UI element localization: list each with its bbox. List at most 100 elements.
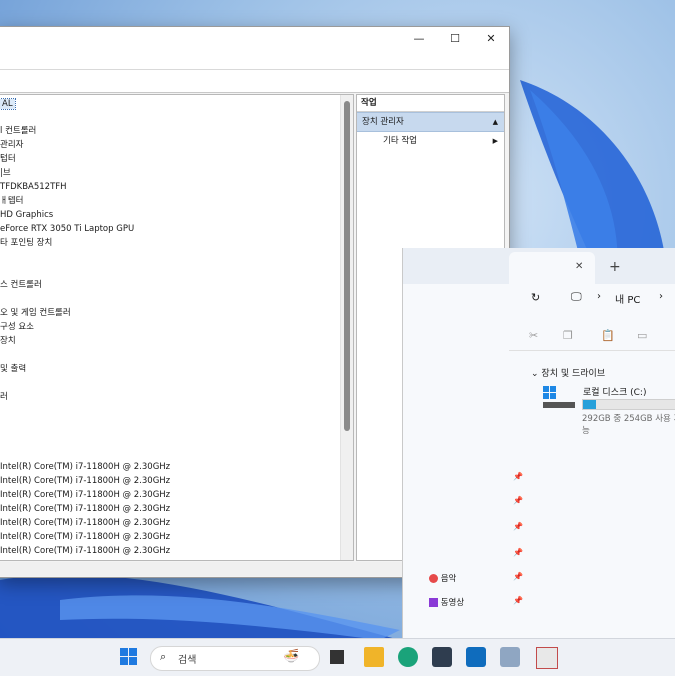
outlook-icon[interactable] — [466, 647, 486, 667]
tree-row[interactable]: HD Graphics — [0, 208, 53, 222]
tree-row[interactable]: 타 포인팅 장치 — [0, 236, 52, 250]
chevron-right-icon: ▶ — [492, 137, 498, 145]
search-icon: ⌕ — [160, 650, 167, 663]
pin-icon[interactable]: 📌 — [513, 472, 523, 481]
tree-row[interactable]: 및 출력 — [0, 362, 26, 376]
scrollbar-thumb[interactable] — [344, 101, 350, 431]
action-label: 장치 관리자 — [362, 117, 404, 127]
tree-row-label: 스 컨트롤러 — [0, 280, 42, 290]
taskbar: ⌕ 검색 🍜 — [0, 638, 675, 676]
tab-this-pc[interactable]: ✕ — [509, 252, 595, 284]
tree-row-label: Intel(R) Core(TM) i7-11800H @ 2.30GHz — [0, 476, 171, 486]
address-bar[interactable]: ↻ 🖵 › 내 PC › — [509, 288, 675, 310]
tree-row[interactable]: 구성 요소 — [0, 320, 34, 334]
pin-icon[interactable]: 📌 — [513, 496, 523, 505]
address-label[interactable]: 내 PC — [615, 291, 640, 306]
title-bar[interactable]: — ☐ ✕ — [0, 27, 509, 51]
tree-row[interactable]: eForce RTX 3050 Ti Laptop GPU — [0, 222, 134, 236]
tree-row-label: HD Graphics — [0, 210, 54, 220]
monitor-icon: 🖵 — [571, 290, 582, 303]
tree-row-label: 타 포인팅 장치 — [0, 238, 53, 248]
tree-row[interactable]: 오 및 게임 컨트롤러 — [0, 306, 71, 320]
pin-icon[interactable]: 📌 — [513, 596, 523, 605]
tree-row[interactable]: |브 — [0, 166, 11, 180]
tree-row-cpu[interactable]: Intel(R) Core(TM) i7-11800H @ 2.30GHz — [0, 488, 170, 502]
close-button[interactable]: ✕ — [473, 27, 509, 51]
tree-row-root[interactable]: AL — [0, 97, 16, 111]
action-more-actions[interactable]: 기타 작업 ▶ — [357, 132, 504, 150]
command-bar: ✂ ❐ 📋 ▭ — [509, 326, 675, 351]
tree-row-label: |브 — [0, 168, 11, 178]
minimize-button[interactable]: — — [401, 27, 437, 51]
tree-row-label: Intel(R) Core(TM) i7-11800H @ 2.30GHz — [0, 518, 171, 528]
tree-row-label: Intel(R) Core(TM) i7-11800H @ 2.30GHz — [0, 546, 171, 556]
collapse-up-icon[interactable]: ▲ — [493, 113, 498, 131]
tree-row-label: eForce RTX 3050 Ti Laptop GPU — [0, 224, 135, 234]
tree-row-label: Intel(R) Core(TM) i7-11800H @ 2.30GHz — [0, 462, 171, 472]
tree-row-cpu[interactable]: Intel(R) Core(TM) i7-11800H @ 2.30GHz — [0, 502, 170, 516]
new-tab-button[interactable]: + — [609, 259, 621, 275]
tree-row-label: 오 및 게임 컨트롤러 — [0, 308, 71, 318]
device-tree[interactable]: AL l 컨트롤러 관리자 텁터 |브 TFDKBA512TFH ㅐ텝터 HD … — [0, 94, 354, 561]
drive-usage-fill — [583, 400, 597, 409]
menu-bar — [0, 51, 509, 70]
tree-row-label: 구성 요소 — [0, 322, 34, 332]
tree-row-cpu[interactable]: Intel(R) Core(TM) i7-11800H @ 2.30GHz — [0, 530, 170, 544]
refresh-icon[interactable]: ↻ — [531, 291, 540, 304]
tree-row-cpu[interactable]: Intel(R) Core(TM) i7-11800H @ 2.30GHz — [0, 460, 170, 474]
quick-access-label: 음악 — [440, 574, 457, 584]
pin-icon[interactable]: 📌 — [513, 522, 523, 531]
file-explorer-window: ✕ + ↻ 🖵 › 내 PC › ✂ ❐ 📋 ▭ ⌄ 장치 및 드라이브 로컬 … — [402, 248, 675, 638]
tree-row[interactable]: 러 — [0, 390, 8, 404]
tree-row[interactable]: 스 컨트롤러 — [0, 278, 42, 292]
tree-row-label: Intel(R) Core(TM) i7-11800H @ 2.30GHz — [0, 504, 171, 514]
rename-icon[interactable]: ▭ — [637, 329, 647, 342]
device-manager-icon[interactable] — [500, 647, 520, 667]
search-label: 검색 — [178, 655, 197, 666]
tree-row[interactable]: 텁터 — [0, 152, 16, 166]
taskbar-search[interactable]: ⌕ 검색 🍜 — [150, 646, 320, 671]
store-icon[interactable] — [432, 647, 452, 667]
maximize-button[interactable]: ☐ — [437, 27, 473, 51]
tree-row-label: l 컨트롤러 — [0, 126, 37, 136]
chevron-down-icon: ⌄ — [531, 369, 539, 379]
tree-row-label: 및 출력 — [0, 364, 27, 374]
tree-row[interactable]: l 컨트롤러 — [0, 124, 36, 138]
action-label: 기타 작업 — [383, 136, 417, 146]
devices-section-header[interactable]: ⌄ 장치 및 드라이브 — [531, 366, 605, 379]
quick-access-item[interactable]: 음악 — [429, 572, 456, 584]
tree-row-label: 러 — [0, 392, 8, 402]
tree-row-label: TFDKBA512TFH — [0, 182, 67, 192]
pin-icon[interactable]: 📌 — [513, 572, 523, 581]
tree-row-label: 텁터 — [0, 154, 16, 164]
windows-drive-icon — [543, 386, 575, 408]
tree-row-cpu[interactable]: Intel(R) Core(TM) i7-11800H @ 2.30GHz — [0, 544, 170, 558]
action-device-manager[interactable]: 장치 관리자 ▲ — [357, 112, 504, 132]
quick-access-label: 동영상 — [440, 598, 465, 608]
drive-name[interactable]: 로컬 디스크 (C:) — [583, 385, 646, 398]
tree-row-label: AL — [0, 98, 16, 110]
tree-row[interactable]: ㅐ텝터 — [0, 194, 23, 208]
search-highlight-icon: 🍜 — [283, 649, 300, 664]
tree-row-cpu[interactable]: Intel(R) Core(TM) i7-11800H @ 2.30GHz — [0, 474, 170, 488]
actions-header: 작업 — [357, 95, 504, 112]
close-tab-icon[interactable]: ✕ — [575, 261, 583, 272]
cut-icon[interactable]: ✂ — [529, 329, 538, 342]
file-explorer-icon[interactable] — [364, 647, 384, 667]
edge-icon[interactable] — [398, 647, 418, 667]
tree-row[interactable]: 관리자 — [0, 138, 23, 152]
pin-icon[interactable]: 📌 — [513, 548, 523, 557]
copy-icon[interactable]: ❐ — [563, 329, 573, 342]
tree-row[interactable]: TFDKBA512TFH — [0, 180, 67, 194]
task-view-icon[interactable] — [330, 650, 344, 664]
quick-access-item[interactable]: 동영상 — [429, 596, 464, 608]
chevron-right-icon: › — [597, 291, 601, 302]
tree-scrollbar[interactable] — [340, 95, 353, 560]
tree-row-cpu[interactable]: Intel(R) Core(TM) i7-11800H @ 2.30GHz — [0, 516, 170, 530]
windows-start-icon[interactable] — [119, 647, 139, 667]
paste-icon[interactable]: 📋 — [601, 329, 615, 342]
snipping-tool-icon[interactable] — [536, 647, 558, 669]
drive-usage-bar — [582, 399, 675, 410]
video-icon — [429, 598, 438, 607]
tree-row[interactable]: 장치 — [0, 334, 16, 348]
